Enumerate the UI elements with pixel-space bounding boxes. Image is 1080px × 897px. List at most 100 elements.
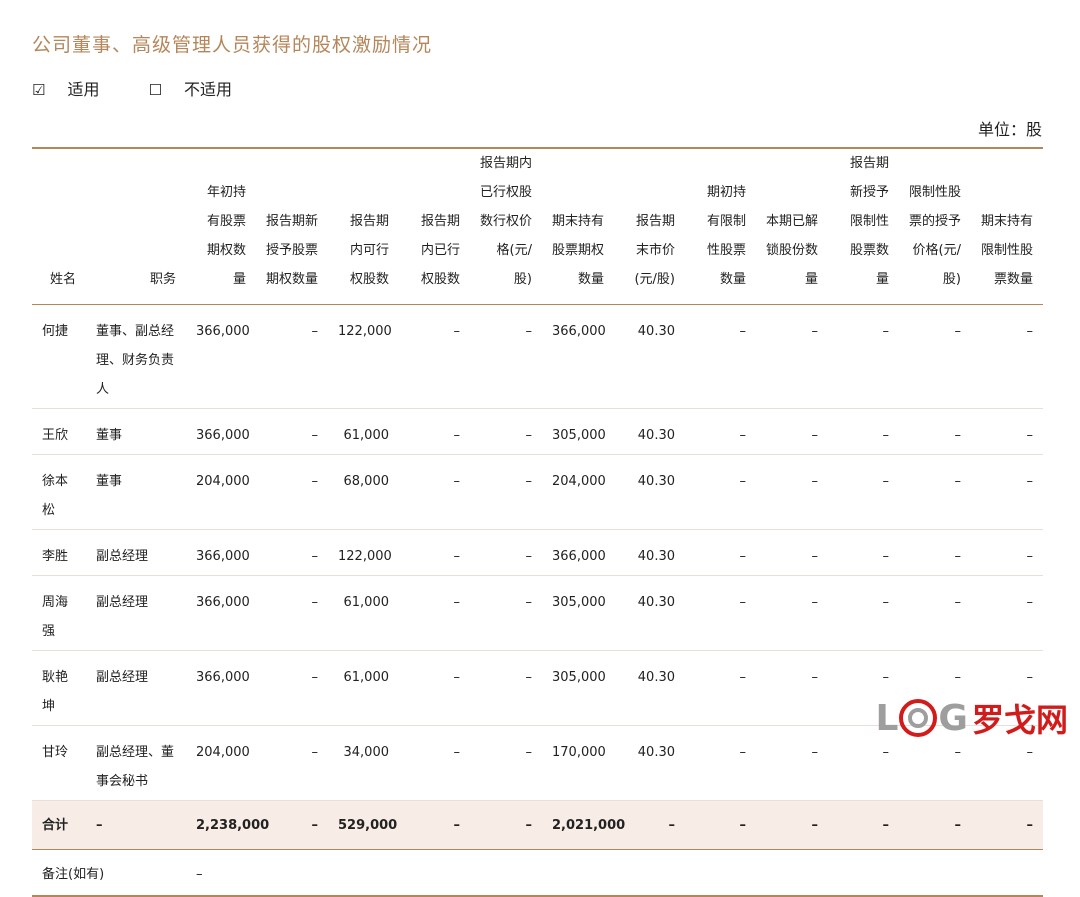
- cell-exercise-price: –: [525, 324, 533, 339]
- header-ending-restricted: 期末持有限制性股票数量: [981, 214, 1034, 287]
- cell-unlocked: –: [811, 595, 819, 610]
- cell-name: 王欣: [42, 428, 69, 443]
- option-applicable: ☑ 适用: [32, 80, 127, 99]
- cell-exercise-price: –: [525, 670, 533, 685]
- table-row: 何捷 董事、副总经理、财务负责人 366,000 – 122,000 – – 366,000 4…: [32, 305, 1043, 409]
- cell-ending-restricted: –: [1026, 595, 1034, 610]
- cell-exercised: –: [453, 428, 461, 443]
- cell-ending-restricted: –: [1026, 324, 1034, 339]
- header-market-price: 报告期末市价(元/股): [634, 214, 675, 287]
- cell-new-restricted: –: [882, 324, 890, 339]
- cell-initial-options: 366,000: [196, 324, 250, 339]
- equity-incentive-table: 姓名 职务 年初持有股票期权数量 报告期新授予股票期权数量 报告期内可行权股数 …: [32, 147, 1043, 897]
- option-not-applicable: ☐ 不适用: [149, 80, 254, 99]
- cell-initial-options: 366,000: [196, 595, 250, 610]
- cell-initial-options: 366,000: [196, 670, 250, 685]
- cell-exercise-price: –: [525, 474, 533, 489]
- cell-name: 徐本松: [42, 474, 69, 518]
- cell-initial-restricted: –: [739, 549, 747, 564]
- note-value: –: [196, 867, 203, 882]
- cell-name: 甘玲: [42, 745, 69, 760]
- cell-exercised: –: [453, 324, 461, 339]
- cell-exercisable: 61,000: [343, 428, 390, 443]
- header-new-options: 报告期新授予股票期权数量: [266, 214, 319, 287]
- header-initial-restricted: 期初持有限制性股票数量: [706, 185, 746, 287]
- cell-exercised: –: [399, 800, 470, 850]
- cell-ending-options: 170,000: [552, 745, 606, 760]
- cell-ending-options: 305,000: [552, 428, 606, 443]
- cell-ending-options: 204,000: [552, 474, 606, 489]
- cell-initial-restricted: –: [739, 428, 747, 443]
- cell-exercise-price: –: [525, 595, 533, 610]
- cell-exercise-price: –: [525, 549, 533, 564]
- header-position: 职务: [149, 272, 176, 287]
- cell-ending-options: 2,021,000: [542, 800, 625, 850]
- header-grant-price: 限制性股票的授予价格(元/股): [909, 185, 962, 287]
- cell-new-options: –: [311, 428, 319, 443]
- cell-position: –: [86, 800, 186, 850]
- cell-name: 周海强: [42, 595, 69, 639]
- cell-ending-restricted: –: [1026, 549, 1034, 564]
- cell-initial-restricted: –: [739, 474, 747, 489]
- cell-new-restricted: –: [828, 800, 899, 850]
- option-applicable-label: 适用: [67, 80, 100, 99]
- cell-new-restricted: –: [882, 549, 890, 564]
- cell-name: 合计: [32, 800, 86, 850]
- cell-exercised: –: [453, 745, 461, 760]
- cell-new-restricted: –: [882, 428, 890, 443]
- cell-initial-restricted: –: [739, 670, 747, 685]
- cell-ending-restricted: –: [1026, 474, 1034, 489]
- total-row: 合计 –2,238,000–529,000– –2,021,000– – – – – –: [32, 800, 1043, 850]
- cell-new-options: –: [311, 474, 319, 489]
- cell-position: 副总经理: [96, 549, 149, 564]
- cell-position: 董事、副总经理、财务负责人: [96, 324, 175, 397]
- cell-position: 副总经理: [96, 595, 149, 610]
- header-ending-options: 期末持有股票期权数量: [552, 214, 605, 287]
- cell-new-options: –: [311, 595, 319, 610]
- header-initial-options: 年初持有股票期权数量: [206, 185, 246, 287]
- cell-ending-restricted: –: [1026, 428, 1034, 443]
- cell-exercisable: 122,000: [338, 549, 392, 564]
- header-new-restricted: 报告期新授予限制性股票数量: [849, 156, 889, 287]
- cell-ending-options: 305,000: [552, 670, 606, 685]
- cell-market-price: 40.30: [637, 474, 675, 489]
- watermark-text: 罗戈网: [971, 701, 1068, 739]
- cell-unlocked: –: [811, 745, 819, 760]
- cell-unlocked: –: [756, 800, 828, 850]
- cell-exercised: –: [453, 549, 461, 564]
- cell-exercised: –: [453, 474, 461, 489]
- cell-exercisable: 68,000: [343, 474, 390, 489]
- table-row: 李胜 副总经理 366,000 – 122,000 – – 366,000 40.30 – – – – –: [32, 530, 1043, 576]
- cell-unlocked: –: [811, 670, 819, 685]
- note-row: 备注(如有) –: [32, 850, 1043, 896]
- cell-exercise-price: –: [525, 428, 533, 443]
- cell-position: 副总经理: [96, 670, 149, 685]
- cell-initial-options: 2,238,000: [186, 800, 269, 850]
- section-heading: 公司董事、高级管理人员获得的股权激励情况: [32, 34, 433, 56]
- checked-box-icon: ☑: [32, 81, 46, 99]
- cell-new-options: –: [256, 800, 328, 850]
- cell-ending-restricted: –: [971, 800, 1043, 850]
- cell-unlocked: –: [811, 549, 819, 564]
- cell-initial-options: 204,000: [196, 474, 250, 489]
- cell-new-restricted: –: [882, 595, 890, 610]
- cell-market-price: 40.30: [637, 670, 675, 685]
- cell-market-price: 40.30: [637, 595, 675, 610]
- cell-exercise-price: –: [470, 800, 542, 850]
- unit-label: 单位：股: [977, 120, 1042, 139]
- cell-exercisable: 122,000: [338, 324, 392, 339]
- cell-new-options: –: [311, 745, 319, 760]
- cell-market-price: 40.30: [637, 428, 675, 443]
- unchecked-box-icon: ☐: [148, 81, 163, 99]
- cell-initial-restricted: –: [739, 595, 747, 610]
- cell-grant-price: –: [954, 549, 962, 564]
- watermark-logo: L G 罗戈网: [875, 695, 1068, 741]
- cell-grant-price: –: [899, 800, 971, 850]
- cell-grant-price: –: [954, 428, 962, 443]
- cell-grant-price: –: [954, 595, 962, 610]
- header-unlocked: 本期已解锁股份数量: [766, 214, 819, 287]
- cell-market-price: 40.30: [637, 324, 675, 339]
- cell-name: 耿艳坤: [42, 670, 69, 714]
- cell-initial-options: 366,000: [196, 428, 250, 443]
- target-icon: [899, 699, 938, 737]
